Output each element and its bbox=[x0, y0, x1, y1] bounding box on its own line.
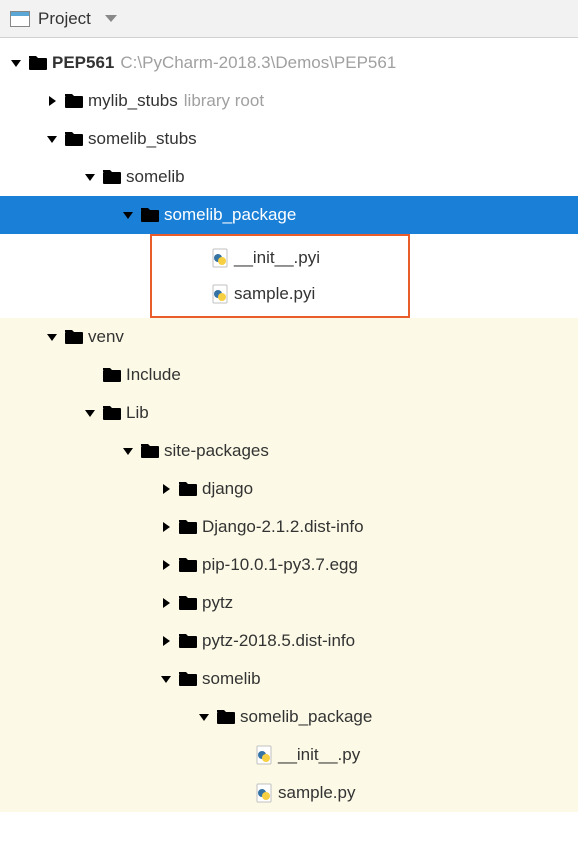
folder-orange-icon bbox=[176, 670, 200, 688]
root-name: PEP561 bbox=[50, 53, 114, 73]
folder-blue-icon bbox=[62, 130, 86, 148]
tree-item-include[interactable]: Include bbox=[0, 356, 578, 394]
twisty-closed-icon[interactable] bbox=[156, 482, 176, 496]
item-label: __init__.pyi bbox=[232, 248, 320, 268]
project-panel-title: Project bbox=[38, 9, 91, 29]
tree-item-django-dist[interactable]: Django-2.1.2.dist-info bbox=[0, 508, 578, 546]
twisty-open-icon[interactable] bbox=[80, 406, 100, 420]
folder-orange-icon bbox=[214, 708, 238, 726]
twisty-open-icon[interactable] bbox=[42, 330, 62, 344]
twisty-closed-icon[interactable] bbox=[156, 558, 176, 572]
folder-orange-icon bbox=[176, 556, 200, 574]
item-label: mylib_stubs bbox=[86, 91, 178, 111]
item-label: sample.py bbox=[276, 783, 355, 803]
folder-orange-icon bbox=[176, 632, 200, 650]
item-label: somelib_package bbox=[162, 205, 296, 225]
item-label: django bbox=[200, 479, 253, 499]
folder-dark-icon bbox=[138, 206, 162, 224]
item-label: Django-2.1.2.dist-info bbox=[200, 517, 364, 537]
twisty-closed-icon[interactable] bbox=[156, 596, 176, 610]
twisty-open-icon[interactable] bbox=[118, 208, 138, 222]
tree-item-django[interactable]: django bbox=[0, 470, 578, 508]
tree-item-pytz-dist[interactable]: pytz-2018.5.dist-info bbox=[0, 622, 578, 660]
tree-item-sample-py[interactable]: sample.py bbox=[0, 774, 578, 812]
folder-white-icon bbox=[62, 92, 86, 110]
folder-orange-icon bbox=[176, 480, 200, 498]
project-toolbar: Project bbox=[0, 0, 578, 38]
item-label: Include bbox=[124, 365, 181, 385]
tree-item-pip-egg[interactable]: pip-10.0.1-py3.7.egg bbox=[0, 546, 578, 584]
twisty-closed-icon[interactable] bbox=[42, 94, 62, 108]
tree-item-sample-pyi[interactable]: sample.pyi bbox=[152, 276, 408, 312]
twisty-closed-icon[interactable] bbox=[156, 520, 176, 534]
python-file-icon bbox=[252, 745, 276, 765]
tree-item-somelib-stubs[interactable]: somelib_stubs bbox=[0, 120, 578, 158]
tree-root[interactable]: PEP561 C:\PyCharm-2018.3\Demos\PEP561 bbox=[0, 44, 578, 82]
project-panel-icon bbox=[10, 11, 30, 27]
project-dropdown-icon[interactable] bbox=[105, 15, 117, 22]
twisty-open-icon[interactable] bbox=[42, 132, 62, 146]
folder-orange-icon bbox=[138, 442, 162, 460]
tree-item-venv-somelib[interactable]: somelib bbox=[0, 660, 578, 698]
venv-section: venv Include Lib site-packages django Dj… bbox=[0, 318, 578, 812]
root-path: C:\PyCharm-2018.3\Demos\PEP561 bbox=[114, 53, 396, 73]
tree-item-somelib-package[interactable]: somelib_package bbox=[0, 196, 578, 234]
tree-item-pytz[interactable]: pytz bbox=[0, 584, 578, 622]
item-label: site-packages bbox=[162, 441, 269, 461]
item-label: pip-10.0.1-py3.7.egg bbox=[200, 555, 358, 575]
item-label: __init__.py bbox=[276, 745, 360, 765]
twisty-open-icon[interactable] bbox=[156, 672, 176, 686]
folder-orange-icon bbox=[176, 594, 200, 612]
twisty-open-icon[interactable] bbox=[6, 56, 26, 70]
item-label: pytz-2018.5.dist-info bbox=[200, 631, 355, 651]
folder-orange-icon bbox=[100, 404, 124, 422]
item-label: somelib bbox=[124, 167, 185, 187]
project-tree: PEP561 C:\PyCharm-2018.3\Demos\PEP561 my… bbox=[0, 38, 578, 812]
folder-gray-icon bbox=[26, 54, 50, 72]
item-label: venv bbox=[86, 327, 124, 347]
twisty-open-icon[interactable] bbox=[80, 170, 100, 184]
tree-item-venv-somelib-package[interactable]: somelib_package bbox=[0, 698, 578, 736]
tree-item-lib[interactable]: Lib bbox=[0, 394, 578, 432]
item-suffix: library root bbox=[178, 91, 264, 111]
tree-item-site-packages[interactable]: site-packages bbox=[0, 432, 578, 470]
item-label: sample.pyi bbox=[232, 284, 315, 304]
folder-orange-icon bbox=[62, 328, 86, 346]
twisty-closed-icon[interactable] bbox=[156, 634, 176, 648]
item-label: pytz bbox=[200, 593, 233, 613]
tree-item-venv[interactable]: venv bbox=[0, 318, 578, 356]
item-label: somelib bbox=[200, 669, 261, 689]
python-file-icon bbox=[208, 284, 232, 304]
tree-item-somelib[interactable]: somelib bbox=[0, 158, 578, 196]
item-label: somelib_package bbox=[238, 707, 372, 727]
twisty-open-icon[interactable] bbox=[118, 444, 138, 458]
item-label: somelib_stubs bbox=[86, 129, 197, 149]
folder-gray-icon bbox=[100, 168, 124, 186]
folder-orange-icon bbox=[100, 366, 124, 384]
item-label: Lib bbox=[124, 403, 149, 423]
tree-item-init-py[interactable]: __init__.py bbox=[0, 736, 578, 774]
highlighted-files-box: __init__.pyi sample.pyi bbox=[150, 234, 410, 318]
folder-orange-icon bbox=[176, 518, 200, 536]
tree-item-init-pyi[interactable]: __init__.pyi bbox=[152, 240, 408, 276]
twisty-open-icon[interactable] bbox=[194, 710, 214, 724]
tree-item-mylib-stubs[interactable]: mylib_stubs library root bbox=[0, 82, 578, 120]
python-file-icon bbox=[252, 783, 276, 803]
python-file-icon bbox=[208, 248, 232, 268]
